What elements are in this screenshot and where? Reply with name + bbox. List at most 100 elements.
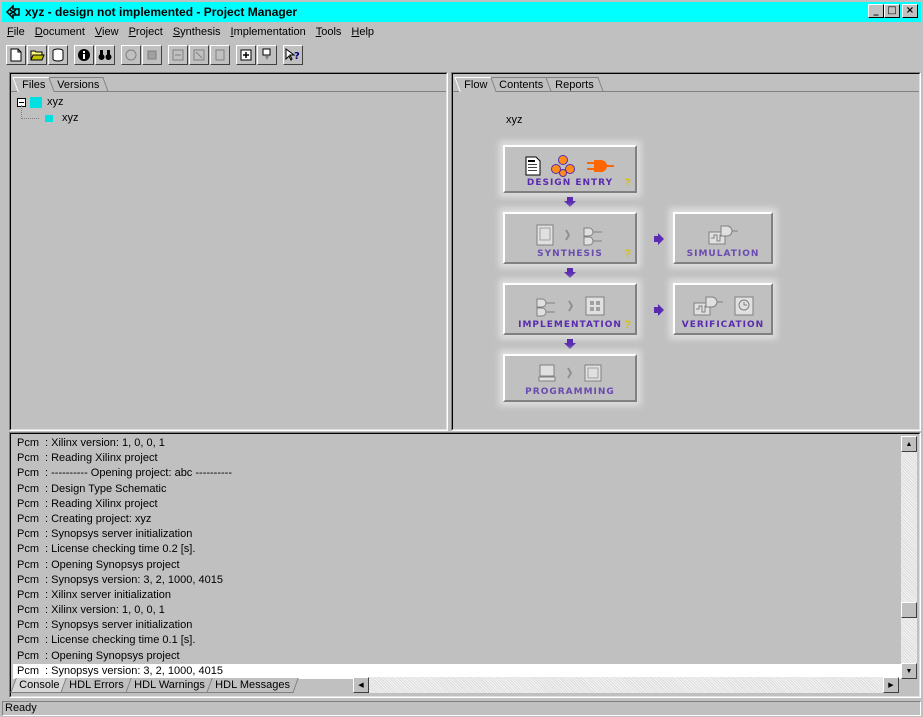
console-line-message: : Opening Synopsys project: [45, 649, 180, 662]
disabled-icon-1: [125, 49, 137, 61]
console-line-message: : Creating project: xyz: [45, 512, 152, 525]
console-line[interactable]: Pcm : Synopsys server initialization: [13, 618, 901, 633]
menu-document[interactable]: Document: [30, 26, 90, 38]
verification-button[interactable]: Verification: [673, 283, 773, 335]
synthesis-help-icon[interactable]: ?: [624, 248, 631, 260]
toolbar-disabled-button-4[interactable]: [189, 45, 209, 65]
console-horizontal-scrollbar[interactable]: ◀ ▶: [353, 677, 899, 693]
close-button[interactable]: ×: [902, 4, 918, 18]
context-help-button[interactable]: ?: [283, 45, 303, 65]
toolbar-disabled-button-5[interactable]: [210, 45, 230, 65]
console-line-message: : Opening Synopsys project: [45, 558, 180, 571]
console-line[interactable]: Pcm: ---------- Opening project: abc ---…: [13, 466, 901, 481]
menu-synthesis[interactable]: Synthesis: [168, 26, 226, 38]
gate-netlist-icon: [536, 298, 555, 317]
console-line[interactable]: Pcm: License checking time 0.1 [s].: [13, 633, 901, 648]
menu-implementation-label: mplementation: [233, 26, 306, 38]
implementation-label: Implementation: [518, 320, 622, 330]
scroll-thumb[interactable]: [901, 602, 917, 618]
console-line[interactable]: Pcm: Opening Synopsys project: [13, 649, 901, 664]
verification-label: Verification: [681, 320, 765, 330]
database-button[interactable]: [48, 45, 68, 65]
disabled-icon-4: [193, 49, 205, 61]
toolbar-disabled-button-1[interactable]: [121, 45, 141, 65]
console-line-source: Pcm: [17, 543, 39, 556]
tab-hdl-messages[interactable]: HDL Messages: [205, 678, 299, 693]
new-button[interactable]: [6, 45, 26, 65]
tab-flow[interactable]: Flow: [454, 77, 497, 92]
menu-tools[interactable]: Tools: [311, 26, 347, 38]
scroll-up-button[interactable]: ▲: [901, 436, 917, 452]
new-document-icon: [10, 48, 22, 62]
info-icon: [78, 49, 90, 61]
scroll-right-button[interactable]: ▶: [883, 677, 899, 693]
menu-synthesis-label: ynthesis: [180, 26, 221, 38]
console-line[interactable]: Pcm: Xilinx server initialization: [13, 588, 901, 603]
menu-help[interactable]: Help: [346, 26, 379, 38]
file-tree: xyz xyz: [17, 94, 79, 126]
synthesis-label: Synthesis: [537, 249, 603, 259]
design-entry-button[interactable]: Design Entry ?: [503, 145, 637, 193]
menu-tools-label: ools: [321, 26, 342, 38]
tab-hdl-errors[interactable]: HDL Errors: [60, 678, 133, 693]
design-entry-label: Design Entry: [526, 178, 614, 188]
tab-console[interactable]: Console: [10, 678, 69, 693]
scroll-left-button[interactable]: ◀: [353, 677, 369, 693]
arrow-right-icon: [654, 304, 664, 316]
tab-versions[interactable]: Versions: [47, 77, 110, 92]
console-line[interactable]: Pcm: License checking time 0.2 [s].: [13, 542, 901, 557]
tab-contents-label: Contents: [499, 79, 544, 91]
title-bar[interactable]: xyz - design not implemented - Project M…: [2, 2, 921, 22]
tab-hdl-warnings[interactable]: HDL Warnings: [125, 678, 214, 693]
toolbar-disabled-button-3[interactable]: [168, 45, 188, 65]
synthesis-button[interactable]: Synthesis ?: [503, 212, 637, 264]
tab-reports[interactable]: Reports: [545, 77, 604, 92]
console-line-message: : Synopsys server initialization: [45, 619, 193, 632]
design-entry-icons: [505, 155, 635, 177]
console-log: Pcm: Xilinx version: 1, 0, 0, 1 Pcm: Read…: [13, 436, 901, 679]
simulation-button[interactable]: Simulation: [673, 212, 773, 264]
add-source-button[interactable]: [236, 45, 256, 65]
menu-project[interactable]: Project: [124, 26, 168, 38]
menu-implementation[interactable]: Implementation: [226, 26, 311, 38]
simulation-label: Simulation: [686, 249, 760, 259]
console-line[interactable]: Pcm: Design Type Schematic: [13, 482, 901, 497]
import-button[interactable]: [257, 45, 277, 65]
console-line[interactable]: Pcm: Reading Xilinx project: [13, 451, 901, 466]
toolbar-disabled-button-2[interactable]: [142, 45, 162, 65]
maximize-button[interactable]: □: [884, 4, 900, 18]
netlist-document-icon: [536, 224, 554, 246]
menu-project-label: roject: [135, 26, 163, 38]
console-line[interactable]: Pcm: Creating project: xyz: [13, 512, 901, 527]
console-line-message: : Reading Xilinx project: [45, 452, 158, 465]
waveform-gate-icon: [708, 225, 738, 245]
computer-icon: [538, 364, 556, 382]
disabled-icon-2: [147, 50, 157, 60]
console-line[interactable]: Pcm: Xilinx version: 1, 0, 0, 1: [13, 436, 901, 451]
implementation-button[interactable]: Implementation ?: [503, 283, 637, 335]
implementation-help-icon[interactable]: ?: [624, 319, 631, 331]
console-line[interactable]: Pcm: Xilinx version: 1, 0, 0, 1: [13, 603, 901, 618]
menu-file[interactable]: File: [2, 26, 30, 38]
tree-root[interactable]: xyz: [17, 94, 79, 110]
open-button[interactable]: [27, 45, 47, 65]
find-button[interactable]: [95, 45, 115, 65]
console-line[interactable]: Pcm: Synopsys version: 3, 2, 1000, 4015: [13, 573, 901, 588]
tab-hdl-warnings-label: HDL Warnings: [134, 679, 205, 691]
console-line[interactable]: Pcm: Synopsys server initialization: [13, 527, 901, 542]
menu-view[interactable]: View: [90, 26, 124, 38]
info-button[interactable]: [74, 45, 94, 65]
design-entry-help-icon[interactable]: ?: [624, 177, 631, 189]
minimize-button[interactable]: _: [868, 4, 884, 18]
console-line-source: Pcm: [17, 619, 39, 632]
programming-button[interactable]: Programming: [503, 354, 637, 402]
console-line[interactable]: Pcm: Opening Synopsys project: [13, 558, 901, 573]
menu-document-mnemonic: D: [34, 26, 43, 38]
tab-files[interactable]: Files: [12, 77, 55, 92]
console-line[interactable]: Pcm: Reading Xilinx project: [13, 497, 901, 512]
tree-root-label: xyz: [47, 96, 64, 108]
console-pane: Pcm: Xilinx version: 1, 0, 0, 1 Pcm: Read…: [9, 432, 921, 698]
tab-contents[interactable]: Contents: [489, 77, 553, 92]
console-vertical-scrollbar[interactable]: ▲ ▼: [901, 436, 917, 679]
console-line-source: Pcm: [17, 604, 39, 617]
